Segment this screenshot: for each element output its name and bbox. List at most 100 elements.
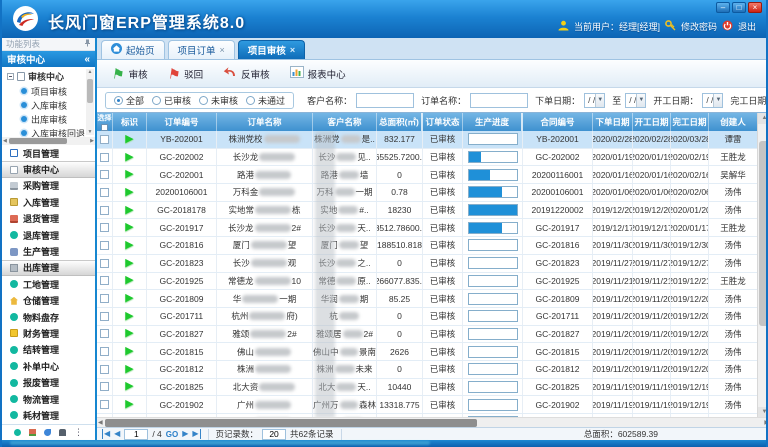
sidebar-item[interactable]: 入库管理 bbox=[2, 194, 95, 210]
group-header-audit-center[interactable]: 审核中心 « bbox=[2, 51, 95, 67]
radio-icon[interactable] bbox=[152, 96, 161, 105]
row-checkbox[interactable] bbox=[100, 206, 109, 215]
tree-item[interactable]: 入库审核回退 bbox=[21, 126, 95, 137]
more-options-icon[interactable]: ⋮ bbox=[74, 429, 83, 436]
radio-option[interactable]: 未审核 bbox=[199, 94, 238, 107]
grid-header-cell[interactable]: 创建人 bbox=[709, 113, 757, 131]
table-row[interactable]: ▶ GC-2018178 实地常栋 实地#.. 18230 已审核 201912… bbox=[97, 202, 757, 220]
leaf-icon[interactable] bbox=[44, 429, 51, 436]
sidebar-item[interactable]: 仓储管理 bbox=[2, 293, 95, 309]
row-checkbox[interactable] bbox=[100, 329, 109, 338]
tree-item[interactable]: 项目审核 bbox=[21, 84, 95, 98]
row-checkbox[interactable] bbox=[100, 347, 109, 356]
table-row[interactable]: ▶ GC-201815 佛山 佛山中景南 2626 已审核 GC-201815 … bbox=[97, 343, 757, 361]
tab[interactable]: 起始页 bbox=[101, 40, 165, 59]
tree-horizontal-scrollbar[interactable]: ◀ ▶ bbox=[2, 137, 95, 145]
row-checkbox[interactable] bbox=[100, 135, 109, 144]
sidebar-item[interactable]: 项目管理 bbox=[2, 145, 95, 161]
cart-icon[interactable] bbox=[29, 429, 36, 436]
grid-header-cell[interactable]: 总面积(㎡) bbox=[377, 113, 423, 131]
table-row[interactable]: ▶ GC-201809 华一期 华润期 85.25 已审核 GC-201809 … bbox=[97, 290, 757, 308]
table-row[interactable]: ▶ GC-201711 杭州府) 杭 0 已审核 GC-201711 2019/… bbox=[97, 308, 757, 326]
scroll-down-icon[interactable]: ▼ bbox=[86, 129, 94, 135]
close-icon[interactable]: × bbox=[220, 46, 225, 55]
toolbar-button[interactable]: ⚑驳回 bbox=[161, 64, 211, 84]
sidebar-item[interactable]: 工地管理 bbox=[2, 276, 95, 292]
radio-option[interactable]: 未通过 bbox=[246, 94, 285, 107]
sidebar-item[interactable]: 结转管理 bbox=[2, 342, 95, 358]
table-row[interactable]: ▶ YB-202001 株洲党校 株洲党是.. 832.177 已审核 YB-2… bbox=[97, 131, 757, 149]
tab[interactable]: 项目订单× bbox=[168, 40, 235, 59]
grid-header-cell[interactable]: 选择 bbox=[97, 113, 113, 131]
sidebar-item[interactable]: 耗材管理 bbox=[2, 407, 95, 423]
grid-header-cell[interactable]: 开工日期 bbox=[633, 113, 671, 131]
row-checkbox[interactable] bbox=[100, 276, 109, 285]
chevron-down-icon[interactable]: ▼ bbox=[595, 94, 604, 107]
table-row[interactable]: ▶ GC-201812 株洲 株洲未来 0 已审核 GC-201812 2019… bbox=[97, 361, 757, 379]
grid-header-cell[interactable]: 订单状态 bbox=[423, 113, 463, 131]
grid-header-cell[interactable]: 订单编号 bbox=[147, 113, 217, 131]
order-name-input[interactable] bbox=[470, 93, 528, 108]
maximize-button[interactable]: □ bbox=[732, 2, 746, 13]
go-button[interactable]: GO bbox=[166, 430, 178, 439]
scroll-up-icon[interactable]: ▲ bbox=[86, 69, 94, 75]
row-checkbox[interactable] bbox=[100, 400, 109, 409]
date-input-order-to[interactable]: / /▼ bbox=[625, 93, 646, 108]
row-checkbox[interactable] bbox=[100, 188, 109, 197]
close-icon[interactable]: × bbox=[290, 46, 295, 55]
radio-icon[interactable] bbox=[246, 96, 255, 105]
table-vertical-scrollbar[interactable]: ▲ ▼ bbox=[757, 113, 768, 418]
tree-expander-icon[interactable] bbox=[7, 73, 14, 80]
table-horizontal-scrollbar[interactable]: ◀ ▶ bbox=[97, 417, 768, 427]
first-page-button[interactable]: ◀ bbox=[102, 429, 110, 439]
minimize-button[interactable]: – bbox=[716, 2, 730, 13]
prev-page-button[interactable]: ◀ bbox=[114, 429, 120, 439]
scroll-up-icon[interactable]: ▲ bbox=[758, 113, 768, 124]
tree-item[interactable]: 入库审核 bbox=[21, 98, 95, 112]
table-row[interactable]: ▶ GC-202001 路港 路港墙 0 已审核 20200116001 202… bbox=[97, 166, 757, 184]
sidebar-item[interactable]: 财务管理 bbox=[2, 325, 95, 341]
table-row[interactable]: ▶ GC-201827 雅颂2# 雅颂居2# 0 已审核 GC-201827 2… bbox=[97, 326, 757, 344]
sidebar-item[interactable]: 报废管理 bbox=[2, 374, 95, 390]
grid-header-cell[interactable]: 完工日期 bbox=[671, 113, 709, 131]
scroll-left-icon[interactable]: ◀ bbox=[3, 137, 7, 145]
date-input-start[interactable]: / /▼ bbox=[702, 93, 723, 108]
sidebar-item[interactable]: 出库管理 bbox=[2, 260, 95, 276]
select-all-checkbox[interactable] bbox=[101, 124, 108, 131]
table-row[interactable]: ▶ GC-201816 厦门望 厦门望 188510.818 已审核 GC-20… bbox=[97, 237, 757, 255]
collapse-icon[interactable]: « bbox=[84, 54, 90, 65]
table-row[interactable]: ▶ GC-201825 北大资 北大天.. 10440 已审核 GC-20182… bbox=[97, 379, 757, 397]
scroll-right-icon[interactable]: ▶ bbox=[90, 137, 94, 145]
scrollbar-thumb[interactable] bbox=[9, 138, 67, 144]
toolbar-button[interactable]: 反审核 bbox=[216, 63, 277, 84]
radio-option[interactable]: 全部 bbox=[114, 94, 144, 107]
close-button[interactable]: × bbox=[748, 2, 762, 13]
change-password-button[interactable]: 修改密码 bbox=[681, 20, 717, 33]
row-checkbox[interactable] bbox=[100, 294, 109, 303]
scrollbar-thumb[interactable] bbox=[87, 79, 93, 103]
sidebar-item[interactable]: 补单中心 bbox=[2, 358, 95, 374]
scrollbar-thumb[interactable] bbox=[759, 141, 768, 326]
radio-icon[interactable] bbox=[199, 96, 208, 105]
row-checkbox[interactable] bbox=[100, 170, 109, 179]
person-icon[interactable] bbox=[59, 429, 66, 436]
tree-item[interactable]: 出库审核 bbox=[21, 112, 95, 126]
sidebar-item[interactable]: 退货管理 bbox=[2, 211, 95, 227]
sidebar-item[interactable]: 退库管理 bbox=[2, 227, 95, 243]
last-page-button[interactable]: ▶ bbox=[192, 429, 200, 439]
row-checkbox[interactable] bbox=[100, 382, 109, 391]
grid-header-cell[interactable]: 客户名称 bbox=[313, 113, 377, 131]
grid-header-cell[interactable]: 下单日期 bbox=[593, 113, 633, 131]
grid-header-cell[interactable]: 标识 bbox=[113, 113, 147, 131]
row-checkbox[interactable] bbox=[100, 312, 109, 321]
chevron-down-icon[interactable]: ▼ bbox=[713, 94, 722, 107]
sidebar-item[interactable]: 审核中心 bbox=[2, 161, 95, 177]
radio-icon[interactable] bbox=[114, 96, 123, 105]
toolbar-button[interactable]: ⚑审核 bbox=[105, 64, 155, 84]
sidebar-item[interactable]: 采购管理 bbox=[2, 178, 95, 194]
row-checkbox[interactable] bbox=[100, 365, 109, 374]
grid-header-cell[interactable]: 合同编号 bbox=[523, 113, 593, 131]
chevron-down-icon[interactable]: ▼ bbox=[636, 94, 645, 107]
toolbar-button[interactable]: 报表中心 bbox=[283, 63, 353, 84]
customer-name-input[interactable] bbox=[356, 93, 414, 108]
